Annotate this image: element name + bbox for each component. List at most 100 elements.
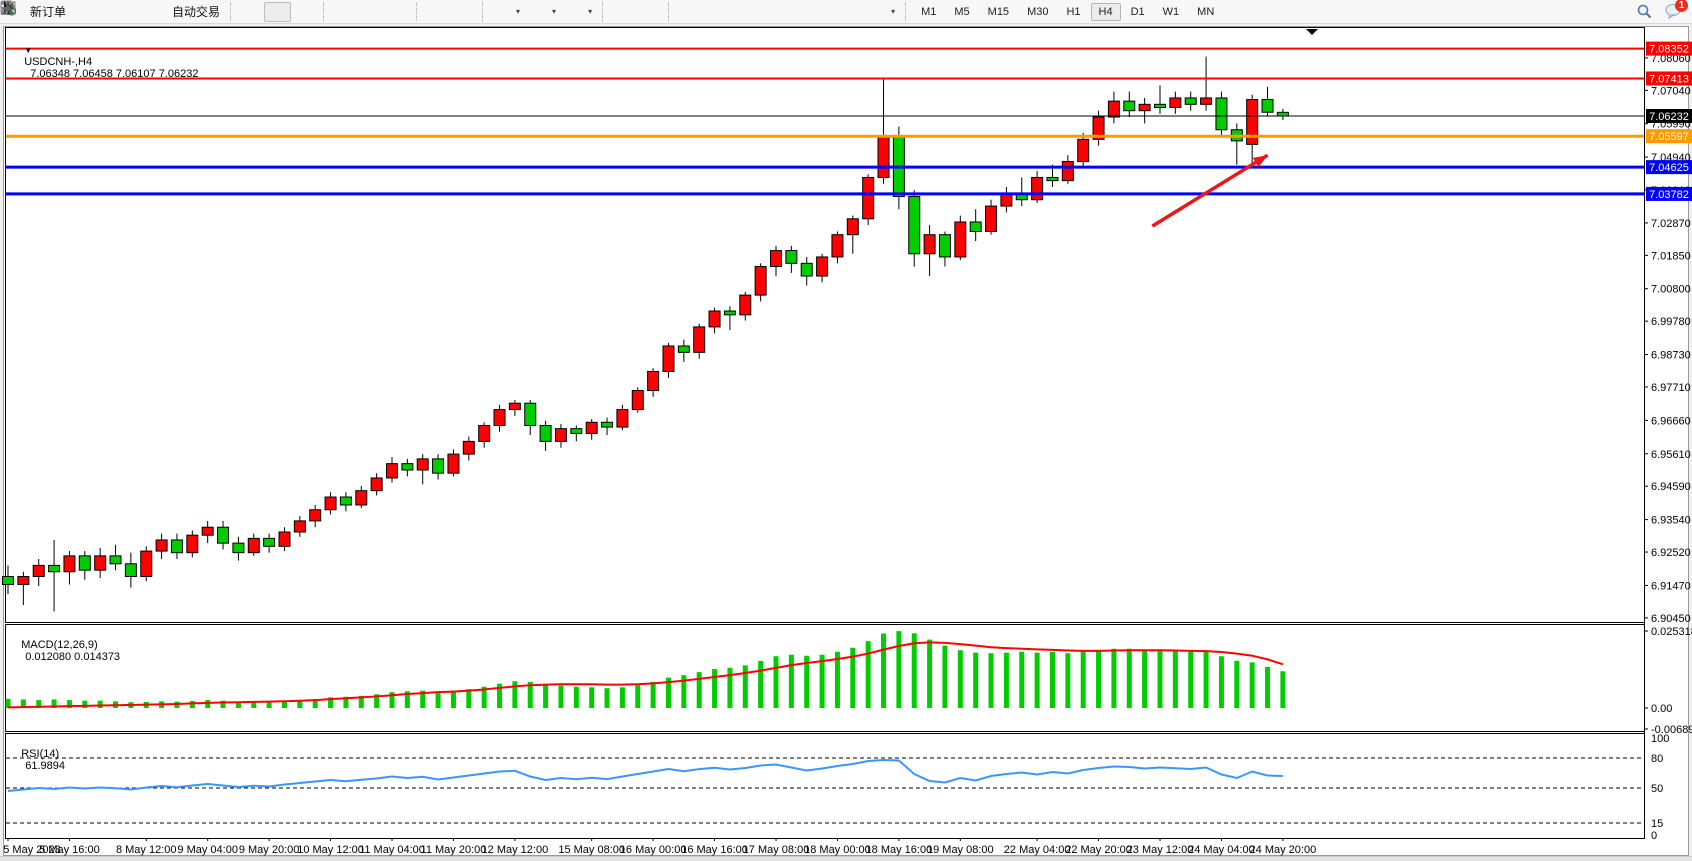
time-axis-label[interactable]: 24 May 20:00	[1250, 844, 1317, 856]
candle-body	[402, 464, 413, 470]
time-axis-label[interactable]: 24 May 04:00	[1188, 844, 1255, 856]
candle-body	[387, 464, 398, 478]
price-axis-label: 7.02870	[1651, 218, 1691, 230]
time-axis-label[interactable]: 9 May 20:00	[239, 844, 300, 856]
candle-body	[817, 257, 828, 276]
candle-body	[525, 403, 536, 425]
candle-body	[494, 410, 505, 426]
price-axis-label: 6.92520	[1651, 547, 1691, 559]
candle-body	[648, 371, 659, 390]
candle-body	[1062, 162, 1073, 181]
candle-body	[202, 527, 213, 535]
symbol-header: ▼ USDCNH-,H4 7.06348 7.06458 7.06107 7.0…	[12, 32, 198, 92]
candle-body	[924, 235, 935, 254]
price-label-text: 7.08352	[1649, 44, 1689, 56]
candle-body	[3, 577, 14, 585]
time-axis-label[interactable]: 22 May 20:00	[1065, 844, 1132, 856]
candle-body	[448, 454, 459, 473]
candle-body	[878, 136, 889, 177]
candle-body	[1032, 177, 1043, 199]
candle-body	[1078, 139, 1089, 161]
candle-body	[663, 346, 674, 371]
candle-body	[771, 251, 782, 267]
price-pane-border	[6, 28, 1645, 623]
candle-body	[1047, 177, 1058, 180]
window-bottom-edge	[0, 856, 1692, 861]
candle-body	[294, 521, 305, 532]
time-axis-label[interactable]: 16 May 16:00	[681, 844, 748, 856]
time-axis-label[interactable]: 23 May 12:00	[1127, 844, 1194, 856]
time-axis-label[interactable]: 18 May 16:00	[866, 844, 933, 856]
candle-body	[1262, 100, 1273, 113]
price-axis-label: 6.93540	[1651, 515, 1691, 527]
time-axis-label[interactable]: 11 May 04:00	[359, 844, 425, 856]
price-label-text: 7.05597	[1649, 131, 1689, 143]
candle-body	[786, 251, 797, 264]
rsi-axis-label: 80	[1651, 753, 1663, 765]
time-axis-label[interactable]: 11 May 20:00	[421, 844, 487, 856]
candle-body	[678, 346, 689, 352]
time-axis-label[interactable]: 10 May 12:00	[297, 844, 364, 856]
macd-pane-border	[6, 625, 1645, 732]
candle-body	[847, 219, 858, 235]
candle-body	[371, 478, 382, 491]
price-axis-label: 7.07040	[1651, 85, 1691, 97]
time-axis-label[interactable]: 18 May 00:00	[804, 844, 871, 856]
candle-body	[141, 551, 152, 576]
macd-axis-label: 0.00	[1651, 703, 1672, 715]
candle-body	[617, 410, 628, 427]
time-axis-label[interactable]: 22 May 04:00	[1004, 844, 1071, 856]
price-label-text: 7.07413	[1649, 73, 1689, 85]
candle-body	[1277, 112, 1288, 116]
candle-body	[95, 556, 106, 570]
macd-values: 0.012080 0.014373	[25, 651, 120, 663]
symbol-ohlc: 7.06348 7.06458 7.06107 7.06232	[30, 68, 198, 80]
collapse-triangle-icon[interactable]: ▼	[24, 46, 32, 55]
price-axis-label: 6.99780	[1651, 316, 1691, 328]
candle-body	[325, 497, 336, 510]
candle-body	[1155, 104, 1166, 107]
candle-body	[264, 538, 275, 546]
candle-body	[955, 222, 966, 257]
time-axis-label[interactable]: 5 May 16:00	[39, 844, 100, 856]
candle-body	[986, 206, 997, 231]
price-axis-label: 7.01850	[1651, 250, 1691, 262]
candle-body	[233, 543, 244, 553]
time-axis-label[interactable]: 15 May 08:00	[558, 844, 625, 856]
rsi-axis-label: 15	[1651, 818, 1663, 830]
candle-body	[632, 391, 643, 410]
candle-body	[740, 295, 751, 315]
time-axis-label[interactable]: 9 May 04:00	[177, 844, 238, 856]
candle-body	[79, 556, 90, 570]
time-axis-label[interactable]: 16 May 00:00	[620, 844, 687, 856]
candle-body	[1170, 98, 1181, 108]
time-axis-label[interactable]: 8 May 12:00	[116, 844, 177, 856]
candle-body	[724, 311, 735, 315]
candle-body	[356, 491, 367, 505]
candle-body	[970, 222, 981, 232]
time-axis-label[interactable]: 19 May 08:00	[927, 844, 994, 856]
candle-body	[1108, 101, 1119, 117]
candle-body	[279, 532, 290, 546]
price-axis-label: 6.97710	[1651, 382, 1691, 394]
price-axis-label: 7.00800	[1651, 284, 1691, 296]
candle-body	[586, 422, 597, 433]
price-label-text: 7.04625	[1649, 162, 1689, 174]
candle-body	[64, 556, 75, 572]
candle-body	[479, 425, 490, 441]
candle-body	[602, 422, 613, 427]
time-axis-label[interactable]: 17 May 08:00	[743, 844, 810, 856]
rsi-axis-label: 100	[1651, 733, 1669, 745]
price-axis-label: 6.98730	[1651, 350, 1691, 362]
candle-body	[187, 535, 198, 552]
candle-body	[909, 197, 920, 254]
candle-body	[18, 577, 29, 585]
rsi-axis-label: 0	[1651, 830, 1657, 842]
candle-body	[801, 263, 812, 276]
candle-body	[863, 177, 874, 218]
time-axis-label[interactable]: 12 May 12:00	[482, 844, 549, 856]
macd-name: MACD(12,26,9)	[21, 639, 97, 651]
chart-canvas[interactable]: 7.080607.070407.059907.049407.039107.028…	[0, 0, 1692, 861]
macd-axis-label: 0.025318	[1651, 626, 1692, 638]
price-label-text: 7.03782	[1649, 189, 1689, 201]
